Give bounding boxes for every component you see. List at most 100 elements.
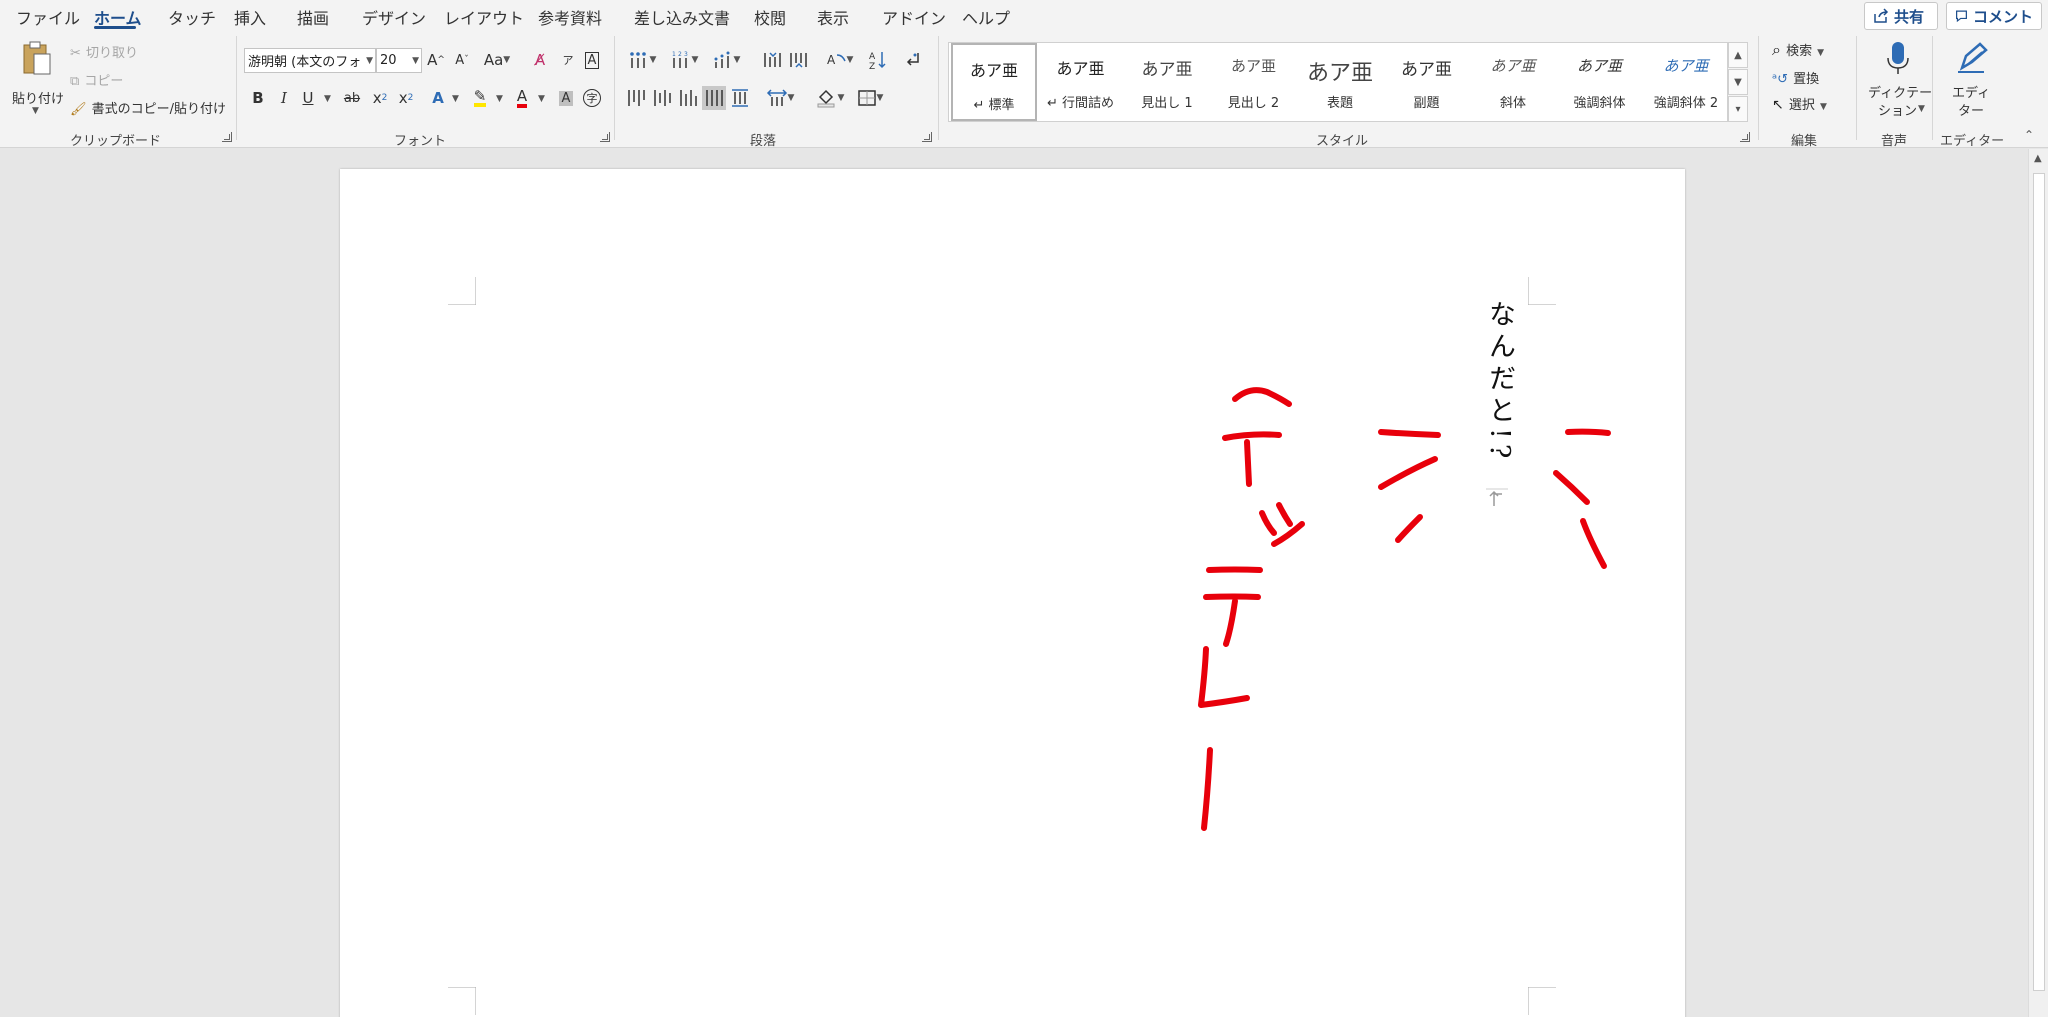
strikethrough-button[interactable]: ab bbox=[340, 86, 364, 110]
font-color-button[interactable]: A bbox=[510, 86, 534, 110]
style-sample-text: あア亜 bbox=[1230, 57, 1276, 75]
change-case-button[interactable]: Aa ▼ bbox=[480, 48, 514, 72]
text-effects-dropdown-icon[interactable]: ▼ bbox=[452, 94, 459, 104]
character-shading-button[interactable]: A bbox=[554, 86, 578, 110]
tab-layout[interactable]: レイアウト bbox=[444, 5, 524, 29]
line-spacing-button[interactable]: ▼ bbox=[762, 86, 798, 110]
find-button[interactable]: ⌕ 検索 ▼ bbox=[1772, 40, 1824, 60]
align-top-icon[interactable] bbox=[624, 86, 648, 110]
highlight-dropdown-icon[interactable]: ▼ bbox=[496, 94, 503, 104]
dictate-dropdown-icon[interactable]: ▼ bbox=[1918, 104, 1925, 114]
tab-references[interactable]: 参考資料 bbox=[538, 5, 602, 29]
styles-launcher-icon[interactable] bbox=[1740, 132, 1750, 142]
subscript-icon: x bbox=[372, 89, 382, 107]
vertical-scrollbar[interactable]: ▲ bbox=[2028, 149, 2048, 1017]
paste-button[interactable]: 貼り付け ▼ bbox=[10, 36, 64, 116]
copy-button[interactable]: ⧉ コピー bbox=[70, 70, 123, 89]
document-page[interactable] bbox=[340, 169, 1685, 1017]
tab-design[interactable]: デザイン bbox=[362, 5, 426, 29]
gallery-down-icon[interactable]: ▼ bbox=[1728, 69, 1748, 95]
vertical-body-text[interactable]: なんだと!? bbox=[1484, 300, 1515, 463]
style-item[interactable]: あア亜 ↵ 標準 bbox=[951, 43, 1037, 121]
distributed-icon[interactable] bbox=[728, 86, 752, 110]
style-item[interactable]: あア亜 見出し 1 bbox=[1124, 43, 1210, 121]
character-border-icon[interactable]: A bbox=[580, 48, 604, 72]
tab-draw[interactable]: 描画 bbox=[297, 5, 329, 29]
paragraph-launcher-icon[interactable] bbox=[922, 132, 932, 142]
shrink-font-button[interactable]: Aˇ bbox=[450, 48, 474, 72]
style-name-label: 強調斜体 2 bbox=[1653, 96, 1719, 111]
font-name-dropdown-icon[interactable]: ▼ bbox=[366, 56, 373, 66]
tab-review[interactable]: 校閲 bbox=[754, 5, 786, 29]
collapse-ribbon-icon[interactable]: ⌃ bbox=[2024, 128, 2034, 142]
tab-insert[interactable]: 挿入 bbox=[234, 5, 266, 29]
share-button[interactable]: 共有 bbox=[1864, 2, 1938, 30]
cut-label: 切り取り bbox=[86, 46, 139, 61]
highlighter-icon[interactable]: ✎ bbox=[468, 86, 492, 110]
borders-button[interactable]: ▼ bbox=[852, 86, 888, 110]
decrease-indent-icon[interactable] bbox=[760, 48, 784, 72]
increase-indent-icon[interactable] bbox=[786, 48, 810, 72]
group-divider bbox=[614, 36, 615, 140]
style-item[interactable]: あア亜 副題 bbox=[1384, 43, 1470, 121]
scrollbar-thumb[interactable] bbox=[2033, 173, 2045, 991]
align-center-icon[interactable] bbox=[650, 86, 674, 110]
enclose-characters-button[interactable]: 字 bbox=[580, 86, 604, 110]
shading-button[interactable]: ▼ bbox=[812, 86, 848, 110]
text-direction-button[interactable]: A ▼ bbox=[820, 48, 858, 72]
font-size-box[interactable]: 20 ▼ bbox=[376, 48, 422, 73]
tab-addins[interactable]: アドイン bbox=[882, 5, 946, 29]
align-bottom-icon[interactable] bbox=[676, 86, 700, 110]
cursor-arrow-icon: ↖ bbox=[1772, 97, 1784, 113]
sort-icon[interactable]: AZ bbox=[866, 48, 890, 72]
style-item[interactable]: あア亜 強調斜体 2 bbox=[1643, 43, 1729, 121]
text-effects-icon[interactable]: A bbox=[426, 86, 450, 110]
find-dropdown-icon[interactable]: ▼ bbox=[1817, 48, 1824, 58]
select-dropdown-icon[interactable]: ▼ bbox=[1820, 102, 1827, 112]
tab-file[interactable]: ファイル bbox=[16, 5, 80, 29]
format-painter-label: 書式のコピー/貼り付け bbox=[91, 102, 226, 117]
style-item[interactable]: あア亜 ↵ 行間詰め bbox=[1038, 43, 1124, 121]
tab-mailings[interactable]: 差し込み文書 bbox=[634, 5, 730, 29]
style-item[interactable]: あア亜 表題 bbox=[1297, 43, 1383, 121]
style-item[interactable]: あア亜 強調斜体 bbox=[1557, 43, 1643, 121]
voice-group-label: 音声 bbox=[1881, 134, 1908, 149]
justify-icon[interactable] bbox=[702, 86, 726, 110]
replace-button[interactable]: ᵃ↺ 置換 bbox=[1772, 68, 1819, 87]
font-size-dropdown-icon[interactable]: ▼ bbox=[412, 56, 419, 66]
subscript-button[interactable]: x2 bbox=[368, 86, 392, 110]
multilevel-list-button[interactable]: ▼ bbox=[708, 48, 744, 72]
tab-help[interactable]: ヘルプ bbox=[962, 5, 1010, 29]
tab-touch[interactable]: タッチ bbox=[168, 5, 216, 29]
format-painter-button[interactable]: 🖌 書式のコピー/貼り付け bbox=[70, 98, 226, 117]
style-item[interactable]: あア亜 見出し 2 bbox=[1211, 43, 1297, 121]
gallery-more-icon[interactable]: ▾ bbox=[1728, 96, 1748, 122]
underline-dropdown-icon[interactable]: ▼ bbox=[324, 94, 331, 104]
gallery-up-icon[interactable]: ▲ bbox=[1728, 42, 1748, 68]
clipboard-launcher-icon[interactable] bbox=[222, 132, 232, 142]
underline-button[interactable]: U bbox=[296, 86, 320, 110]
font-launcher-icon[interactable] bbox=[600, 132, 610, 142]
paragraph-mark-icon[interactable] bbox=[900, 48, 924, 72]
cut-button[interactable]: ✂ 切り取り bbox=[70, 42, 138, 61]
style-sample-text: あア亜 bbox=[1306, 61, 1373, 86]
phonetic-guide-icon[interactable]: ア bbox=[556, 48, 580, 72]
bold-button[interactable]: B bbox=[246, 86, 270, 110]
editing-group-label: 編集 bbox=[1791, 134, 1818, 149]
editor-button[interactable]: エディ ター bbox=[1940, 36, 2000, 126]
italic-button[interactable]: I bbox=[272, 86, 296, 110]
tab-view[interactable]: 表示 bbox=[817, 5, 849, 29]
grow-font-button[interactable]: A ^ bbox=[424, 48, 448, 72]
paste-dropdown-icon[interactable]: ▼ bbox=[32, 106, 39, 116]
dictate-button[interactable]: ディクテー ション ▼ bbox=[1864, 36, 1932, 126]
superscript-button[interactable]: x2 bbox=[394, 86, 418, 110]
select-button[interactable]: ↖ 選択 ▼ bbox=[1772, 94, 1827, 113]
font-name-box[interactable]: 游明朝 (本文のフォ ▼ bbox=[244, 48, 376, 73]
bullets-button[interactable]: ▼ bbox=[624, 48, 660, 72]
style-item[interactable]: あア亜 斜体 bbox=[1470, 43, 1556, 121]
comment-button[interactable]: コメント bbox=[1946, 2, 2042, 30]
numbering-button[interactable]: 123 ▼ bbox=[666, 48, 702, 72]
clear-formatting-icon[interactable]: A̸ bbox=[528, 48, 552, 72]
scroll-up-icon[interactable]: ▲ bbox=[2034, 153, 2042, 164]
font-color-dropdown-icon[interactable]: ▼ bbox=[538, 94, 545, 104]
